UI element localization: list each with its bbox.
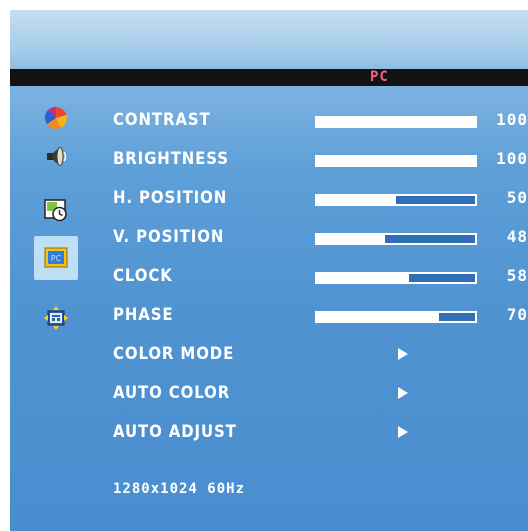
submenu-arrow-icon[interactable] bbox=[398, 426, 408, 438]
slider-fill bbox=[317, 313, 439, 321]
resolution-status: 1280x1024 60Hz bbox=[113, 481, 246, 497]
header-band: PC bbox=[10, 69, 528, 86]
h-position-slider[interactable] bbox=[315, 194, 477, 206]
menu-item-value: 58 bbox=[506, 266, 528, 285]
menu-item-contrast[interactable]: CONTRAST 100 bbox=[10, 106, 528, 136]
slider-fill bbox=[317, 118, 475, 126]
menu-item-brightness[interactable]: BRIGHTNESS 100 bbox=[10, 145, 528, 175]
menu-item-label: H. POSITION bbox=[113, 188, 228, 208]
menu-item-value: 70 bbox=[506, 305, 528, 324]
brightness-slider[interactable] bbox=[315, 155, 477, 167]
menu-item-phase[interactable]: PHASE 70 bbox=[10, 301, 528, 331]
menu-item-v-position[interactable]: V. POSITION 48 bbox=[10, 223, 528, 253]
menu-item-label: PHASE bbox=[113, 305, 174, 325]
menu-item-label: BRIGHTNESS bbox=[113, 149, 229, 169]
slider-fill bbox=[317, 235, 385, 243]
contrast-slider[interactable] bbox=[315, 116, 477, 128]
menu-item-label: CLOCK bbox=[113, 266, 173, 286]
osd-panel: PC PC CONTRAST 100 BRIGHTNESS 100 H. POS… bbox=[10, 10, 528, 531]
menu-item-value: 100 bbox=[496, 110, 528, 129]
menu-item-auto-adjust[interactable]: AUTO ADJUST bbox=[10, 418, 528, 448]
menu-item-color-mode[interactable]: COLOR MODE bbox=[10, 340, 528, 370]
slider-fill bbox=[317, 274, 409, 282]
menu-item-label: V. POSITION bbox=[113, 227, 225, 247]
submenu-arrow-icon[interactable] bbox=[398, 348, 408, 360]
menu-item-value: 100 bbox=[496, 149, 528, 168]
menu-item-value: 50 bbox=[506, 188, 528, 207]
phase-slider[interactable] bbox=[315, 311, 477, 323]
v-position-slider[interactable] bbox=[315, 233, 477, 245]
menu-item-label: AUTO COLOR bbox=[113, 383, 231, 403]
clock-slider[interactable] bbox=[315, 272, 477, 284]
menu-item-clock[interactable]: CLOCK 58 bbox=[10, 262, 528, 292]
menu-item-label: CONTRAST bbox=[113, 110, 211, 130]
menu-item-auto-color[interactable]: AUTO COLOR bbox=[10, 379, 528, 409]
menu-item-label: AUTO ADJUST bbox=[113, 422, 237, 442]
menu-item-label: COLOR MODE bbox=[113, 344, 235, 364]
slider-fill bbox=[317, 196, 396, 204]
page-title: PC bbox=[370, 69, 389, 85]
menu-item-h-position[interactable]: H. POSITION 50 bbox=[10, 184, 528, 214]
submenu-arrow-icon[interactable] bbox=[398, 387, 408, 399]
slider-fill bbox=[317, 157, 475, 165]
menu-item-value: 48 bbox=[506, 227, 528, 246]
